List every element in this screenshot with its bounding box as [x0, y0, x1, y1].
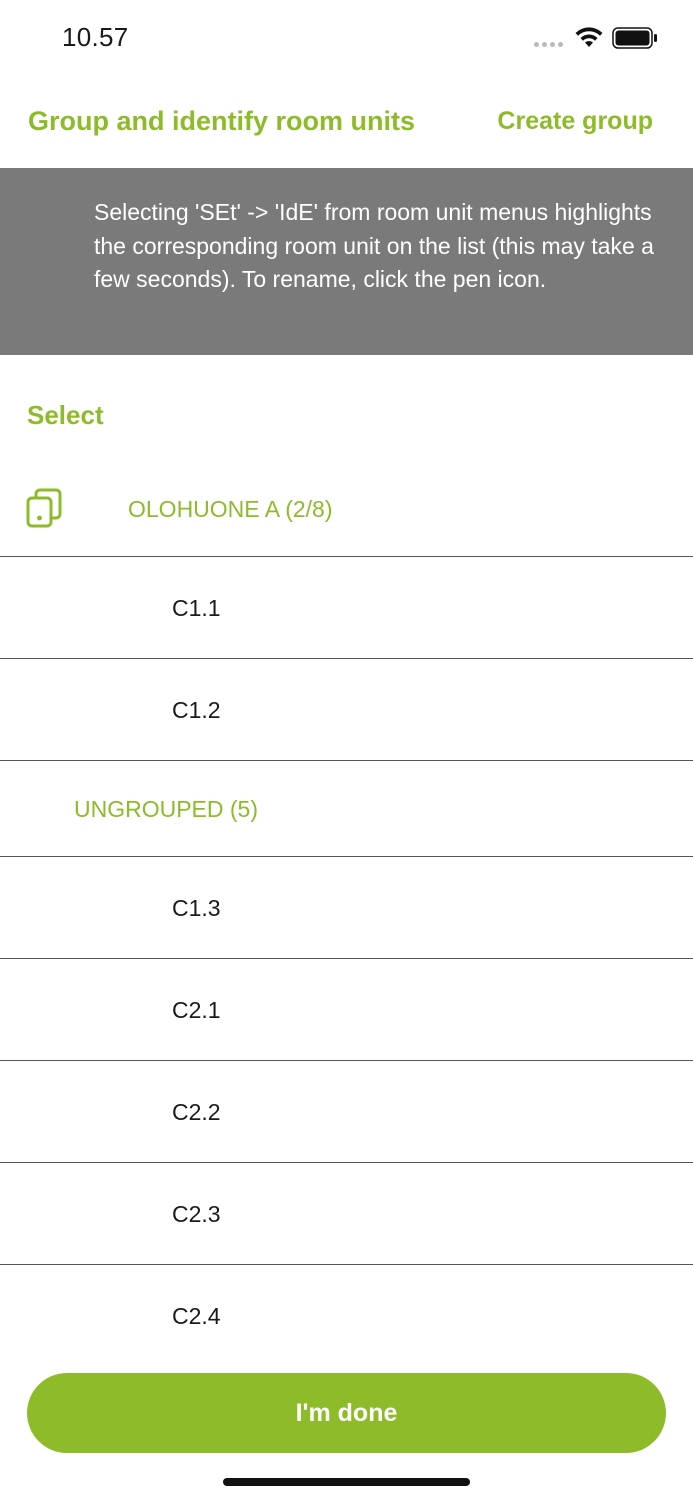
list-item[interactable]: C2.4 [0, 1265, 693, 1366]
copy-device-icon[interactable] [26, 488, 62, 528]
status-time: 10.57 [62, 22, 129, 52]
unit-label: C1.1 [172, 595, 221, 621]
select-label: Select [27, 400, 104, 430]
list-item[interactable]: C2.3 [0, 1163, 693, 1265]
create-group-button[interactable]: Create group [497, 107, 653, 136]
unit-label: C1.2 [172, 697, 221, 723]
list-item[interactable]: C1.3 [0, 857, 693, 959]
page-title: Group and identify room units [28, 106, 415, 136]
header: Group and identify room units Create gro… [0, 76, 693, 168]
list-item[interactable]: C2.2 [0, 1061, 693, 1163]
battery-icon [612, 27, 657, 49]
list-item[interactable]: C1.2 [0, 659, 693, 761]
done-button[interactable]: I'm done [27, 1373, 666, 1453]
info-banner: Selecting 'SEt' -> 'IdE' from room unit … [0, 168, 693, 355]
group-header-ungrouped[interactable]: UNGROUPED (5) [0, 762, 693, 857]
unit-label: C2.2 [172, 1099, 221, 1125]
group-name: UNGROUPED (5) [74, 796, 259, 822]
banner-text: Selecting 'SEt' -> 'IdE' from room unit … [94, 199, 654, 292]
unit-label: C2.1 [172, 997, 221, 1023]
unit-label: C2.3 [172, 1201, 221, 1227]
list-item[interactable]: C2.1 [0, 959, 693, 1061]
home-indicator[interactable] [223, 1478, 470, 1486]
group-header-olohuone-a[interactable]: OLOHUONE A (2/8) [0, 460, 693, 557]
signal-dots-icon [534, 42, 563, 47]
unit-label: C1.3 [172, 895, 221, 921]
group-name: OLOHUONE A (2/8) [128, 496, 333, 522]
list-item[interactable]: C1.1 [0, 557, 693, 659]
unit-label: C2.4 [172, 1303, 221, 1329]
wifi-icon [575, 27, 603, 47]
status-bar: 10.57 [0, 0, 693, 76]
